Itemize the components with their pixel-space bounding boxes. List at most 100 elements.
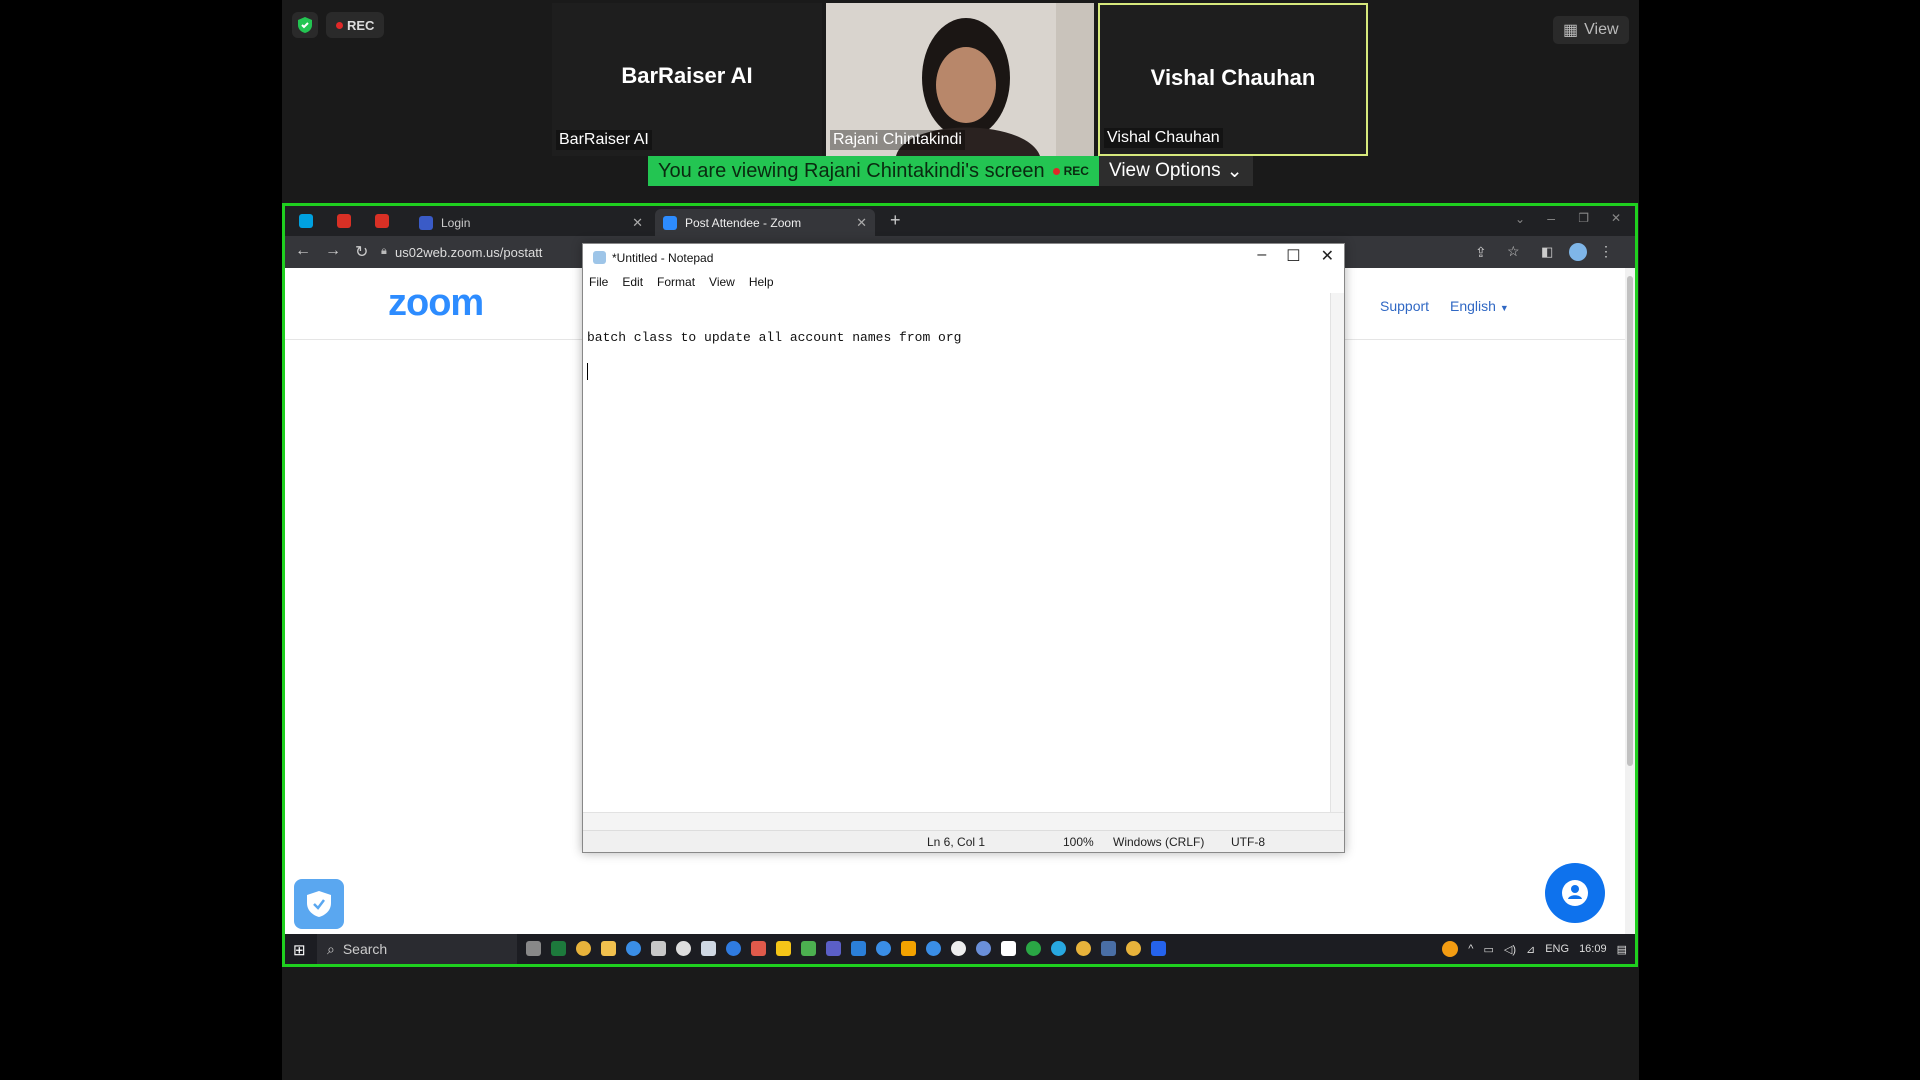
notepad-text-area[interactable]: batch class to update all account names … — [583, 293, 1330, 812]
close-icon[interactable]: ✕ — [1321, 246, 1334, 266]
skype-icon[interactable] — [726, 941, 741, 956]
notifications-icon[interactable]: ▤ — [1617, 943, 1627, 956]
tray-time[interactable]: 16:09 — [1579, 943, 1607, 955]
close-tab-icon[interactable]: ✕ — [632, 215, 643, 231]
vertical-scrollbar[interactable] — [1330, 293, 1344, 812]
menu-help[interactable]: Help — [749, 275, 774, 289]
store-icon[interactable] — [651, 941, 666, 956]
vscode-icon[interactable] — [851, 941, 866, 956]
view-label: View — [1584, 21, 1619, 38]
bookmark-star-icon[interactable]: ☆ — [1507, 243, 1520, 260]
support-link[interactable]: Support — [1380, 298, 1429, 314]
tab-search-icon[interactable]: ⌄ — [1515, 212, 1525, 226]
app-icon[interactable] — [1151, 941, 1166, 956]
participant-label: BarRaiser AI — [556, 130, 652, 150]
reload-icon[interactable]: ↻ — [355, 242, 368, 262]
participant-tile-barraiser[interactable]: BarRaiser AI BarRaiser AI — [552, 3, 822, 156]
refresh-app-icon[interactable] — [1026, 941, 1041, 956]
participant-tile-vishal[interactable]: Vishal Chauhan Vishal Chauhan — [1098, 3, 1368, 156]
app-icon[interactable] — [1101, 941, 1116, 956]
participant-tile-rajani[interactable]: Rajani Chintakindi — [826, 3, 1094, 156]
scroll-thumb[interactable] — [1627, 276, 1633, 766]
screen-share-banner: You are viewing Rajani Chintakindi's scr… — [648, 156, 1253, 186]
share-icon[interactable]: ⇪ — [1475, 244, 1487, 261]
close-tab-icon[interactable]: ✕ — [856, 215, 867, 231]
menu-edit[interactable]: Edit — [622, 275, 643, 289]
notepad-menubar: File Edit Format View Help — [583, 271, 1344, 292]
system-tray: ^ ▭ ◁) ⊿ ENG 16:09 ▤ — [1442, 934, 1627, 964]
telegram-icon[interactable] — [1051, 941, 1066, 956]
chevron-up-icon[interactable]: ^ — [1468, 943, 1473, 955]
file-explorer-icon[interactable] — [601, 941, 616, 956]
language-select[interactable]: English ▼ — [1450, 298, 1509, 314]
gmail-icon[interactable] — [375, 214, 389, 228]
language-label: English — [1450, 298, 1496, 314]
app-icon[interactable] — [801, 941, 816, 956]
edge-icon[interactable] — [926, 941, 941, 956]
battery-icon[interactable]: ▭ — [1483, 943, 1493, 956]
security-shield-icon[interactable] — [292, 12, 318, 38]
maximize-icon[interactable]: ☐ — [1286, 246, 1300, 266]
line-ending: Windows (CRLF) — [1113, 835, 1205, 849]
support-chat-icon[interactable] — [1545, 863, 1605, 923]
edge-icon[interactable] — [626, 941, 641, 956]
chrome-icon[interactable] — [1076, 941, 1091, 956]
chrome-icon[interactable] — [1126, 941, 1141, 956]
task-view-icon[interactable] — [526, 941, 541, 956]
tab-post-attendee[interactable]: Post Attendee - Zoom ✕ — [655, 209, 875, 236]
url-field[interactable]: us02web.zoom.us/postatt — [395, 245, 542, 260]
new-tab-icon[interactable]: + — [890, 210, 901, 231]
browser-tab-strip: Login ✕ Post Attendee - Zoom ✕ + ⌄ – ❐ ✕ — [285, 206, 1635, 236]
zoom-logo[interactable]: zoom — [388, 282, 484, 325]
text-caret — [587, 363, 588, 380]
login-favicon-icon — [419, 215, 433, 230]
tab-login[interactable]: Login ✕ — [411, 209, 651, 236]
tab-label: Login — [441, 215, 471, 230]
forward-icon[interactable]: → — [325, 242, 341, 260]
search-icon: ⌕ — [327, 940, 335, 957]
menu-format[interactable]: Format — [657, 275, 695, 289]
caret-down-icon: ▼ — [1499, 303, 1509, 313]
cursor-position: Ln 6, Col 1 — [927, 835, 986, 849]
gmail-icon[interactable] — [337, 214, 351, 228]
network-icon[interactable]: ⊿ — [1526, 943, 1535, 956]
notepad-statusbar: Ln 6, Col 1 100% Windows (CRLF) UTF-8 — [583, 830, 1344, 852]
participant-label: Rajani Chintakindi — [830, 130, 965, 150]
windows-start-icon[interactable]: ⊞ — [293, 941, 306, 959]
snip-icon[interactable] — [751, 941, 766, 956]
more-menu-icon[interactable]: ⋮ — [1599, 243, 1613, 260]
notepad-taskbar-icon[interactable] — [701, 941, 716, 956]
app-icon[interactable] — [976, 941, 991, 956]
horizontal-scrollbar[interactable] — [583, 812, 1344, 830]
notepad-titlebar[interactable]: *Untitled - Notepad — [583, 244, 1344, 271]
excel-icon[interactable] — [551, 941, 566, 956]
taskbar-search[interactable]: ⌕ Search — [317, 934, 517, 964]
view-options-button[interactable]: View Options ⌄ — [1098, 156, 1253, 186]
salesforce-icon[interactable] — [299, 214, 313, 228]
recording-badge[interactable]: REC — [326, 12, 385, 38]
view-button[interactable]: ▦ View — [1553, 16, 1629, 44]
minimize-icon[interactable]: – — [1547, 210, 1555, 226]
teams-icon[interactable] — [826, 941, 841, 956]
menu-file[interactable]: File — [589, 275, 608, 289]
page-scrollbar[interactable] — [1625, 268, 1635, 937]
minimize-icon[interactable]: – — [1257, 246, 1266, 266]
sidepanel-icon[interactable]: ◧ — [1541, 244, 1553, 260]
menu-view[interactable]: View — [709, 275, 735, 289]
windows-taskbar: ⊞ ⌕ Search ^ ▭ ◁) ⊿ ENG 16:09 ▤ — [285, 934, 1635, 964]
weather-icon[interactable] — [1442, 941, 1459, 957]
volume-icon[interactable]: ◁) — [1504, 943, 1516, 956]
tray-language[interactable]: ENG — [1545, 943, 1569, 955]
back-icon[interactable]: ← — [295, 242, 311, 260]
app-icon[interactable] — [951, 941, 966, 956]
app-icon[interactable] — [676, 941, 691, 956]
chrome-icon[interactable] — [576, 941, 591, 956]
close-window-icon[interactable]: ✕ — [1611, 211, 1621, 225]
edge-icon[interactable] — [876, 941, 891, 956]
restore-icon[interactable]: ❐ — [1578, 211, 1589, 225]
document-icon[interactable] — [1001, 941, 1016, 956]
security-shield-icon[interactable] — [294, 879, 344, 929]
profile-avatar-icon[interactable] — [1569, 243, 1587, 261]
sticky-notes-icon[interactable] — [776, 941, 791, 956]
powerbi-icon[interactable] — [901, 941, 916, 956]
